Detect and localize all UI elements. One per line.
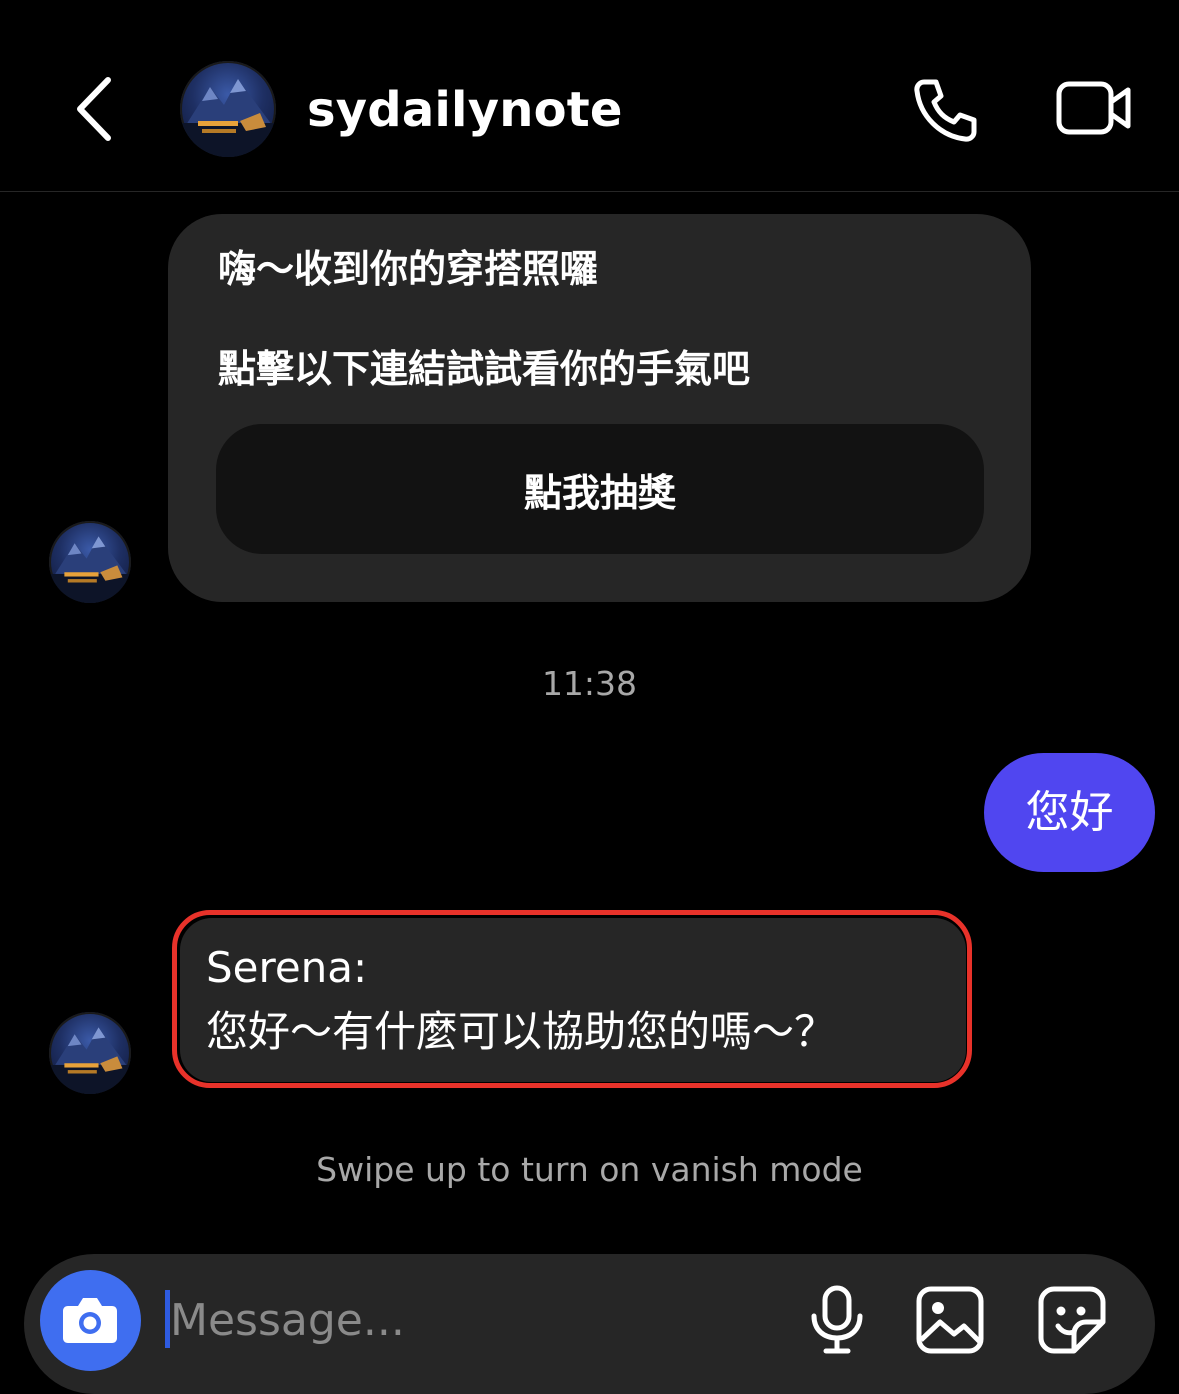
avatar-image — [180, 79, 276, 157]
chevron-left-icon — [77, 77, 111, 141]
generic-template-message: 嗨～收到你的穿搭照囉 點擊以下連結試試看你的手氣吧 點我抽獎 — [168, 214, 1031, 602]
sender-avatar[interactable] — [49, 521, 131, 603]
phone-icon — [914, 79, 977, 142]
card-text-line: 點擊以下連結試試看你的手氣吧 — [218, 347, 751, 391]
profile-avatar[interactable] — [180, 61, 276, 157]
sticker-button[interactable] — [1036, 1284, 1108, 1356]
sender-avatar[interactable] — [49, 1012, 131, 1094]
image-icon — [916, 1286, 984, 1354]
message-input[interactable] — [166, 1288, 774, 1352]
sticker-icon — [1038, 1286, 1106, 1354]
message-timestamp: 11:38 — [541, 664, 638, 703]
vanish-mode-hint: Swipe up to turn on vanish mode — [316, 1150, 863, 1189]
gallery-button[interactable] — [914, 1284, 986, 1356]
microphone-icon — [811, 1285, 863, 1354]
highlight-annotation-box — [172, 910, 972, 1088]
audio-call-button[interactable] — [910, 74, 982, 146]
voice-message-button[interactable] — [806, 1284, 868, 1356]
sent-message-bubble[interactable]: 您好 — [984, 753, 1155, 872]
camera-button[interactable] — [40, 1270, 141, 1371]
card-text-line: 嗨～收到你的穿搭照囉 — [218, 247, 599, 291]
draw-prize-button[interactable]: 點我抽獎 — [216, 424, 984, 554]
camera-icon — [63, 1298, 117, 1343]
avatar-image — [49, 1027, 131, 1094]
video-call-button[interactable] — [1054, 76, 1134, 140]
avatar-image — [49, 536, 131, 603]
back-button[interactable] — [62, 70, 126, 148]
video-camera-icon — [1056, 81, 1131, 135]
chat-username[interactable]: sydailynote — [307, 80, 623, 140]
chat-header: sydailynote — [0, 0, 1179, 192]
